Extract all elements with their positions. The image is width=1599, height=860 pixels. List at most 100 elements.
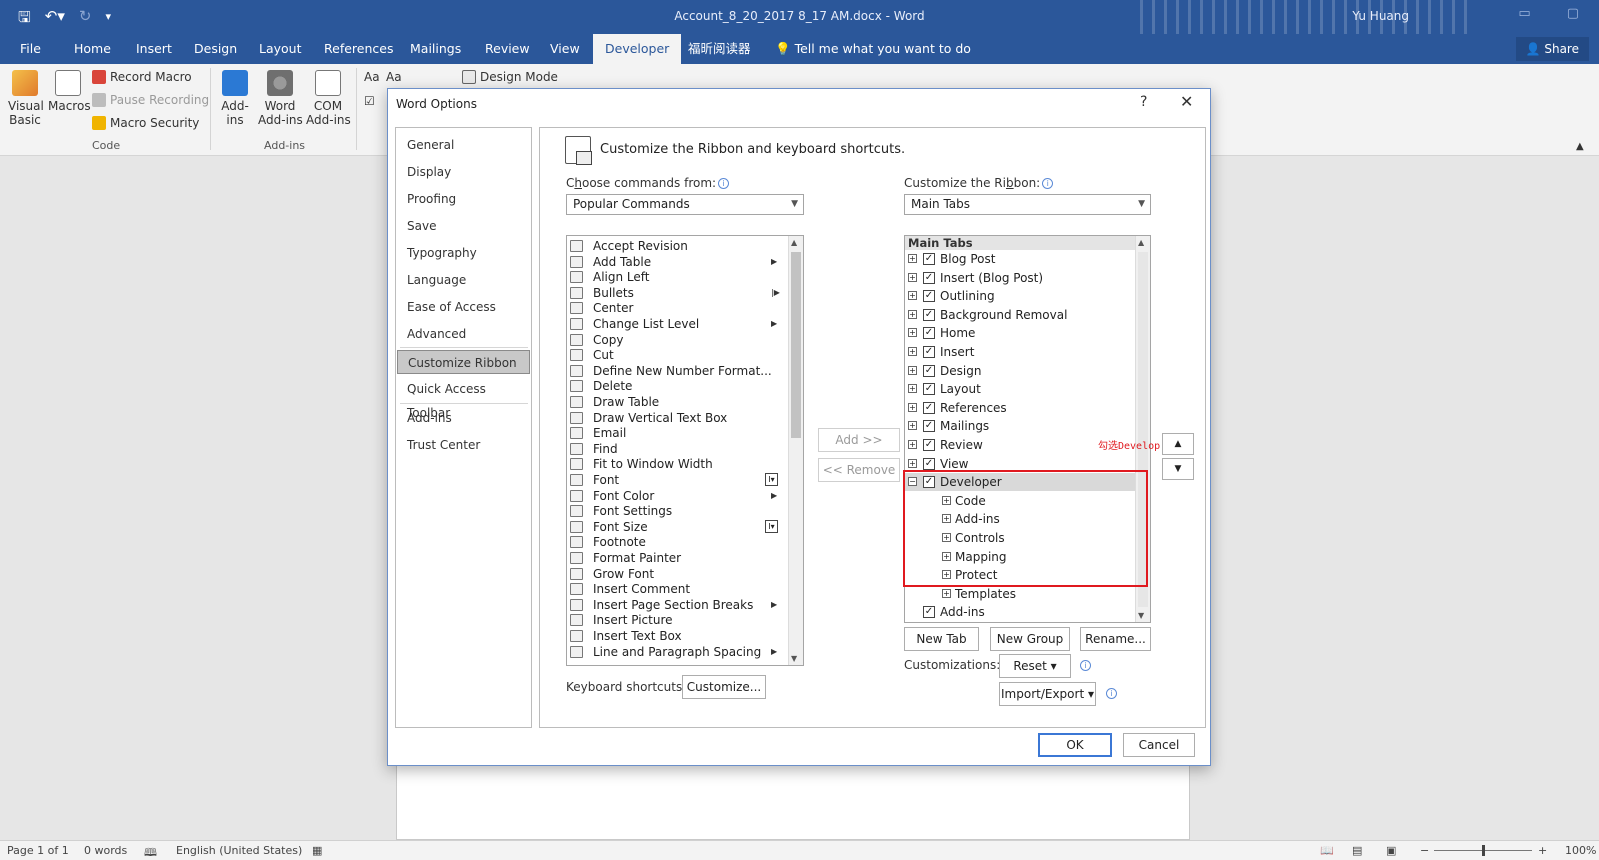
tab-references[interactable]: References <box>324 34 393 64</box>
tab-checkbox[interactable]: ✓ <box>923 308 935 321</box>
choose-commands-select[interactable]: Popular Commands ▼ <box>566 194 804 215</box>
zoom-in-icon[interactable]: + <box>1538 844 1547 857</box>
zoom-slider-thumb[interactable] <box>1482 845 1485 856</box>
customize-keyboard-button[interactable]: Customize... <box>682 675 766 699</box>
expand-icon[interactable]: + <box>908 365 917 375</box>
ribbon-tab-item[interactable]: +✓福昕阅读器 <box>905 622 1146 623</box>
command-item[interactable]: Define New Number Format... <box>567 363 783 379</box>
plain-text-control-button[interactable]: Aa <box>386 70 402 84</box>
zoom-level[interactable]: 100% <box>1565 844 1596 857</box>
record-macro-button[interactable]: Record Macro <box>92 70 192 84</box>
nav-add-ins[interactable]: Add-ins <box>397 406 530 430</box>
scroll-down-icon[interactable]: ▼ <box>791 654 797 663</box>
command-item[interactable]: Change List Level ▶ <box>567 316 783 332</box>
command-item[interactable]: Insert Page Section Breaks ▶ <box>567 597 783 613</box>
command-item[interactable]: Delete <box>567 378 783 394</box>
ribbon-tab-item[interactable]: + ✓ Insert <box>905 343 1146 361</box>
new-tab-button[interactable]: New Tab <box>904 627 979 651</box>
command-item[interactable]: Cut <box>567 347 783 363</box>
minimize-icon[interactable]: ▢ <box>1567 6 1579 21</box>
help-button[interactable]: ? <box>1140 94 1147 110</box>
scroll-up-icon[interactable]: ▲ <box>791 238 797 247</box>
expand-icon[interactable]: + <box>908 272 917 282</box>
ribbon-tab-item[interactable]: + ✓ Design <box>905 362 1146 380</box>
ribbon-tab-item[interactable]: + ✓ Layout <box>905 380 1146 398</box>
tab-checkbox[interactable]: ✓ <box>923 290 935 303</box>
command-item[interactable]: Insert Picture <box>567 612 783 628</box>
print-layout-icon[interactable]: ▤ <box>1352 844 1362 857</box>
checkbox-control-icon[interactable]: ☑ <box>364 94 375 108</box>
language-status[interactable]: English (United States) <box>176 844 302 857</box>
web-layout-icon[interactable]: ▣ <box>1386 844 1396 857</box>
tab-checkbox[interactable]: ✓ <box>923 606 935 619</box>
command-item[interactable]: Draw Table <box>567 394 783 410</box>
com-addins-button[interactable]: COM Add-ins <box>306 70 351 127</box>
tab-checkbox[interactable]: ✓ <box>923 457 935 470</box>
import-export-button[interactable]: Import/Export ▾ <box>999 682 1096 706</box>
expand-icon[interactable]: + <box>908 309 917 319</box>
customize-ribbon-select[interactable]: Main Tabs ▼ <box>904 194 1151 215</box>
commands-scrollbar[interactable]: ▲ ▼ <box>788 236 803 665</box>
collapse-ribbon-icon[interactable]: ▲ <box>1576 140 1584 154</box>
expand-icon[interactable]: + <box>908 254 917 263</box>
close-button[interactable]: ✕ <box>1180 92 1193 111</box>
tab-checkbox[interactable]: ✓ <box>923 401 935 414</box>
tab-checkbox[interactable]: ✓ <box>923 439 935 451</box>
tab-checkbox[interactable]: ✓ <box>923 364 935 377</box>
info-icon[interactable]: i <box>1080 660 1091 671</box>
reset-button[interactable]: Reset ▾ <box>999 654 1071 678</box>
ribbon-display-icon[interactable]: ▭ <box>1518 6 1530 21</box>
tab-layout[interactable]: Layout <box>259 34 302 64</box>
info-icon[interactable]: i <box>1106 688 1117 699</box>
tab-home[interactable]: Home <box>74 34 111 64</box>
command-item[interactable]: Footnote <box>567 534 783 550</box>
tab-file[interactable]: File <box>20 34 41 64</box>
nav-proofing[interactable]: Proofing <box>397 187 530 211</box>
tab-checkbox[interactable]: ✓ <box>923 327 935 340</box>
nav-trust-center[interactable]: Trust Center <box>397 433 530 457</box>
expand-icon[interactable]: + <box>908 347 917 356</box>
document-page[interactable] <box>396 756 1190 840</box>
word-count[interactable]: 0 words <box>84 844 127 857</box>
macro-security-button[interactable]: Macro Security <box>92 116 199 130</box>
scroll-down-icon[interactable]: ▼ <box>1138 611 1144 620</box>
tab-checkbox[interactable]: ✓ <box>923 346 935 358</box>
ribbon-tab-item[interactable]: + ✓ Background Removal <box>905 306 1146 324</box>
tab-mailings[interactable]: Mailings <box>410 34 461 64</box>
expand-icon[interactable]: + <box>908 291 917 301</box>
expand-icon[interactable]: + <box>908 458 917 468</box>
command-item[interactable]: Copy <box>567 332 783 348</box>
command-item[interactable]: Font I▾ <box>567 472 783 488</box>
command-item[interactable]: Insert Text Box <box>567 628 783 644</box>
add-button[interactable]: Add >> <box>818 428 900 452</box>
command-item[interactable]: Add Table ▶ <box>567 254 783 270</box>
nav-customize-ribbon[interactable]: Customize Ribbon <box>397 350 530 374</box>
design-mode-button[interactable]: Design Mode <box>462 70 558 84</box>
command-item[interactable]: Font Size I▾ <box>567 519 783 535</box>
expand-icon[interactable]: + <box>908 328 917 338</box>
command-item[interactable]: Format Painter <box>567 550 783 566</box>
cancel-button[interactable]: Cancel <box>1123 733 1195 757</box>
share-button[interactable]: 👤 Share <box>1515 37 1589 61</box>
command-item[interactable]: Font Settings <box>567 503 783 519</box>
ribbon-tab-item[interactable]: + ✓ Outlining <box>905 287 1146 305</box>
tab-checkbox[interactable]: ✓ <box>923 253 935 265</box>
user-name[interactable]: Yu Huang <box>1352 9 1409 23</box>
nav-save[interactable]: Save <box>397 214 530 238</box>
tab-checkbox[interactable]: ✓ <box>923 420 935 433</box>
scroll-thumb[interactable] <box>791 252 801 438</box>
command-item[interactable]: Line and Paragraph Spacing ▶ <box>567 644 783 660</box>
command-item[interactable]: Align Left <box>567 269 783 285</box>
command-item[interactable]: Bullets |▶ <box>567 285 783 301</box>
expand-icon[interactable]: + <box>908 421 917 431</box>
scroll-up-icon[interactable]: ▲ <box>1138 238 1144 247</box>
tab-review[interactable]: Review <box>485 34 530 64</box>
expand-icon[interactable]: + <box>908 440 917 449</box>
tab-foxit[interactable]: 福昕阅读器 <box>688 34 751 64</box>
page-count[interactable]: Page 1 of 1 <box>7 844 69 857</box>
nav-ease-of-access[interactable]: Ease of Access <box>397 295 530 319</box>
ribbon-tab-item[interactable]: + ✓ References <box>905 399 1146 417</box>
pause-recording-button[interactable]: Pause Recording <box>92 93 209 107</box>
ribbon-tab-item[interactable]: + ✓ Insert (Blog Post) <box>905 269 1146 287</box>
expand-icon[interactable]: + <box>908 384 917 394</box>
